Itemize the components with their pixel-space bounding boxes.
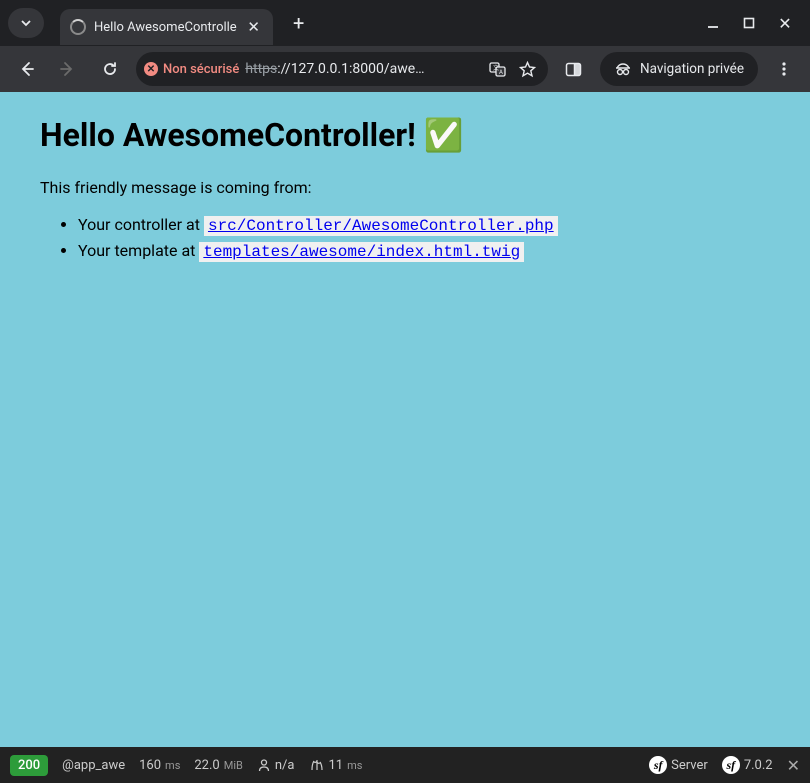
reload-button[interactable] [94, 53, 126, 85]
close-toolbar-button[interactable]: ✕ [787, 756, 800, 775]
memory-usage[interactable]: 22.0 MiB [194, 758, 243, 773]
page-heading: Hello AwesomeController! ✅ [40, 116, 770, 154]
translate-button[interactable]: 文A [486, 57, 510, 81]
address-bar[interactable]: ✕ Non sécurisé https://127.0.0.1:8000/aw… [136, 52, 548, 86]
browser-toolbar: ✕ Non sécurisé https://127.0.0.1:8000/aw… [0, 46, 810, 92]
kebab-menu-icon [776, 61, 792, 77]
list-item-prefix: Your controller at [78, 215, 204, 234]
twig-icon [309, 758, 325, 772]
search-tabs-dropdown[interactable] [8, 8, 44, 38]
bookmark-button[interactable] [516, 57, 540, 81]
server-panel[interactable]: sf Server [649, 756, 708, 774]
arrow-right-icon [59, 60, 77, 78]
url-text: https://127.0.0.1:8000/awe… [245, 61, 480, 77]
list-item-prefix: Your template at [78, 241, 199, 260]
loading-favicon-icon [70, 19, 86, 35]
page-content: Hello AwesomeController! ✅ This friendly… [0, 92, 810, 747]
new-tab-button[interactable]: + [285, 9, 313, 37]
symfony-version[interactable]: sf 7.0.2 [722, 756, 773, 774]
back-button[interactable] [10, 53, 42, 85]
maximize-button[interactable] [740, 14, 758, 32]
route-name[interactable]: @app_awe [62, 758, 125, 773]
security-badge[interactable]: ✕ Non sécurisé [144, 62, 239, 77]
reload-icon [101, 60, 119, 78]
symfony-debug-toolbar: 200 @app_awe 160 ms 22.0 MiB n/a 11 ms s… [0, 747, 810, 783]
minimize-button[interactable] [704, 14, 722, 32]
insecure-icon: ✕ [144, 62, 158, 76]
tab-close-button[interactable]: ✕ [245, 18, 263, 36]
request-time[interactable]: 160 ms [139, 758, 180, 773]
browser-tab[interactable]: Hello AwesomeControlle ✕ [60, 9, 273, 45]
symfony-icon: sf [722, 756, 740, 774]
side-panel-button[interactable] [558, 53, 590, 85]
twig-panel[interactable]: 11 ms [309, 758, 363, 773]
template-path-link[interactable]: templates/awesome/index.html.twig [199, 242, 524, 262]
incognito-indicator[interactable]: Navigation privée [600, 52, 758, 86]
info-list: Your controller at src/Controller/Awesom… [40, 215, 770, 261]
user-panel[interactable]: n/a [257, 758, 295, 773]
forward-button[interactable] [52, 53, 84, 85]
svg-text:A: A [499, 69, 503, 76]
controller-path-link[interactable]: src/Controller/AwesomeController.php [204, 216, 558, 236]
incognito-icon [614, 60, 632, 78]
list-item: Your controller at src/Controller/Awesom… [78, 215, 770, 235]
page-intro: This friendly message is coming from: [40, 178, 770, 197]
symfony-icon: sf [649, 756, 667, 774]
browser-title-bar: Hello AwesomeControlle ✕ + ✕ [0, 0, 810, 46]
tab-title: Hello AwesomeControlle [94, 20, 237, 35]
menu-button[interactable] [768, 53, 800, 85]
list-item: Your template at templates/awesome/index… [78, 241, 770, 261]
user-icon [257, 758, 271, 772]
window-controls: ✕ [704, 14, 802, 32]
http-status-badge[interactable]: 200 [10, 755, 48, 776]
insecure-label: Non sécurisé [163, 62, 239, 77]
star-icon [519, 61, 536, 78]
translate-icon: 文A [489, 61, 506, 78]
incognito-label: Navigation privée [640, 61, 744, 77]
close-window-button[interactable]: ✕ [776, 14, 794, 32]
side-panel-icon [565, 61, 582, 78]
arrow-left-icon [17, 60, 35, 78]
chevron-down-icon [20, 17, 32, 29]
